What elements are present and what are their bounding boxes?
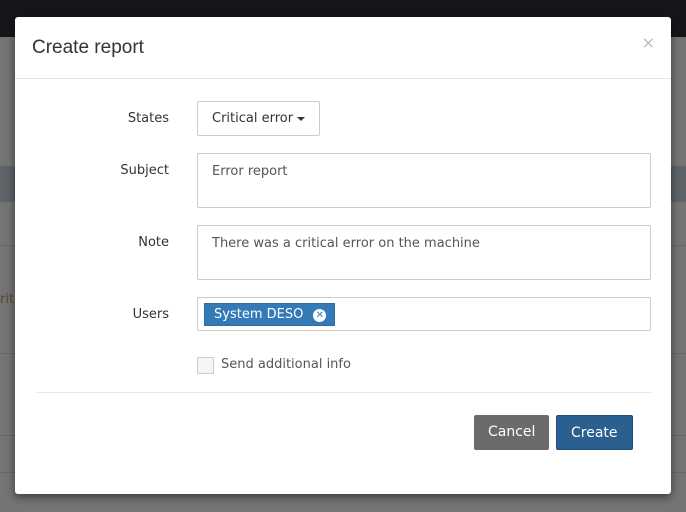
users-label: Users xyxy=(132,307,169,322)
create-button[interactable]: Create xyxy=(556,415,633,450)
users-input[interactable]: System DESO ✕ xyxy=(197,297,651,331)
caret-down-icon xyxy=(297,116,306,121)
send-info-checkbox[interactable] xyxy=(197,357,214,374)
send-info-label[interactable]: Send additional info xyxy=(221,357,351,372)
subject-textarea[interactable]: Error report xyxy=(197,153,651,208)
states-value: Critical error xyxy=(212,111,294,126)
note-label: Note xyxy=(138,235,169,250)
close-icon[interactable]: × xyxy=(642,33,655,52)
note-textarea[interactable]: There was a critical error on the machin… xyxy=(197,225,651,280)
user-tag-label: System DESO xyxy=(214,307,304,322)
footer-divider xyxy=(37,392,651,393)
user-tag: System DESO ✕ xyxy=(204,303,336,326)
cancel-button[interactable]: Cancel xyxy=(474,415,550,450)
modal-header: Create report × xyxy=(15,17,671,79)
remove-tag-icon[interactable]: ✕ xyxy=(313,309,327,322)
states-dropdown[interactable]: Critical error xyxy=(197,101,321,136)
background-text: rit xyxy=(0,292,15,307)
create-report-modal: Create report × States Critical error Su… xyxy=(15,17,671,494)
subject-label: Subject xyxy=(120,163,169,178)
modal-title: Create report xyxy=(32,37,144,58)
states-label: States xyxy=(127,111,169,126)
